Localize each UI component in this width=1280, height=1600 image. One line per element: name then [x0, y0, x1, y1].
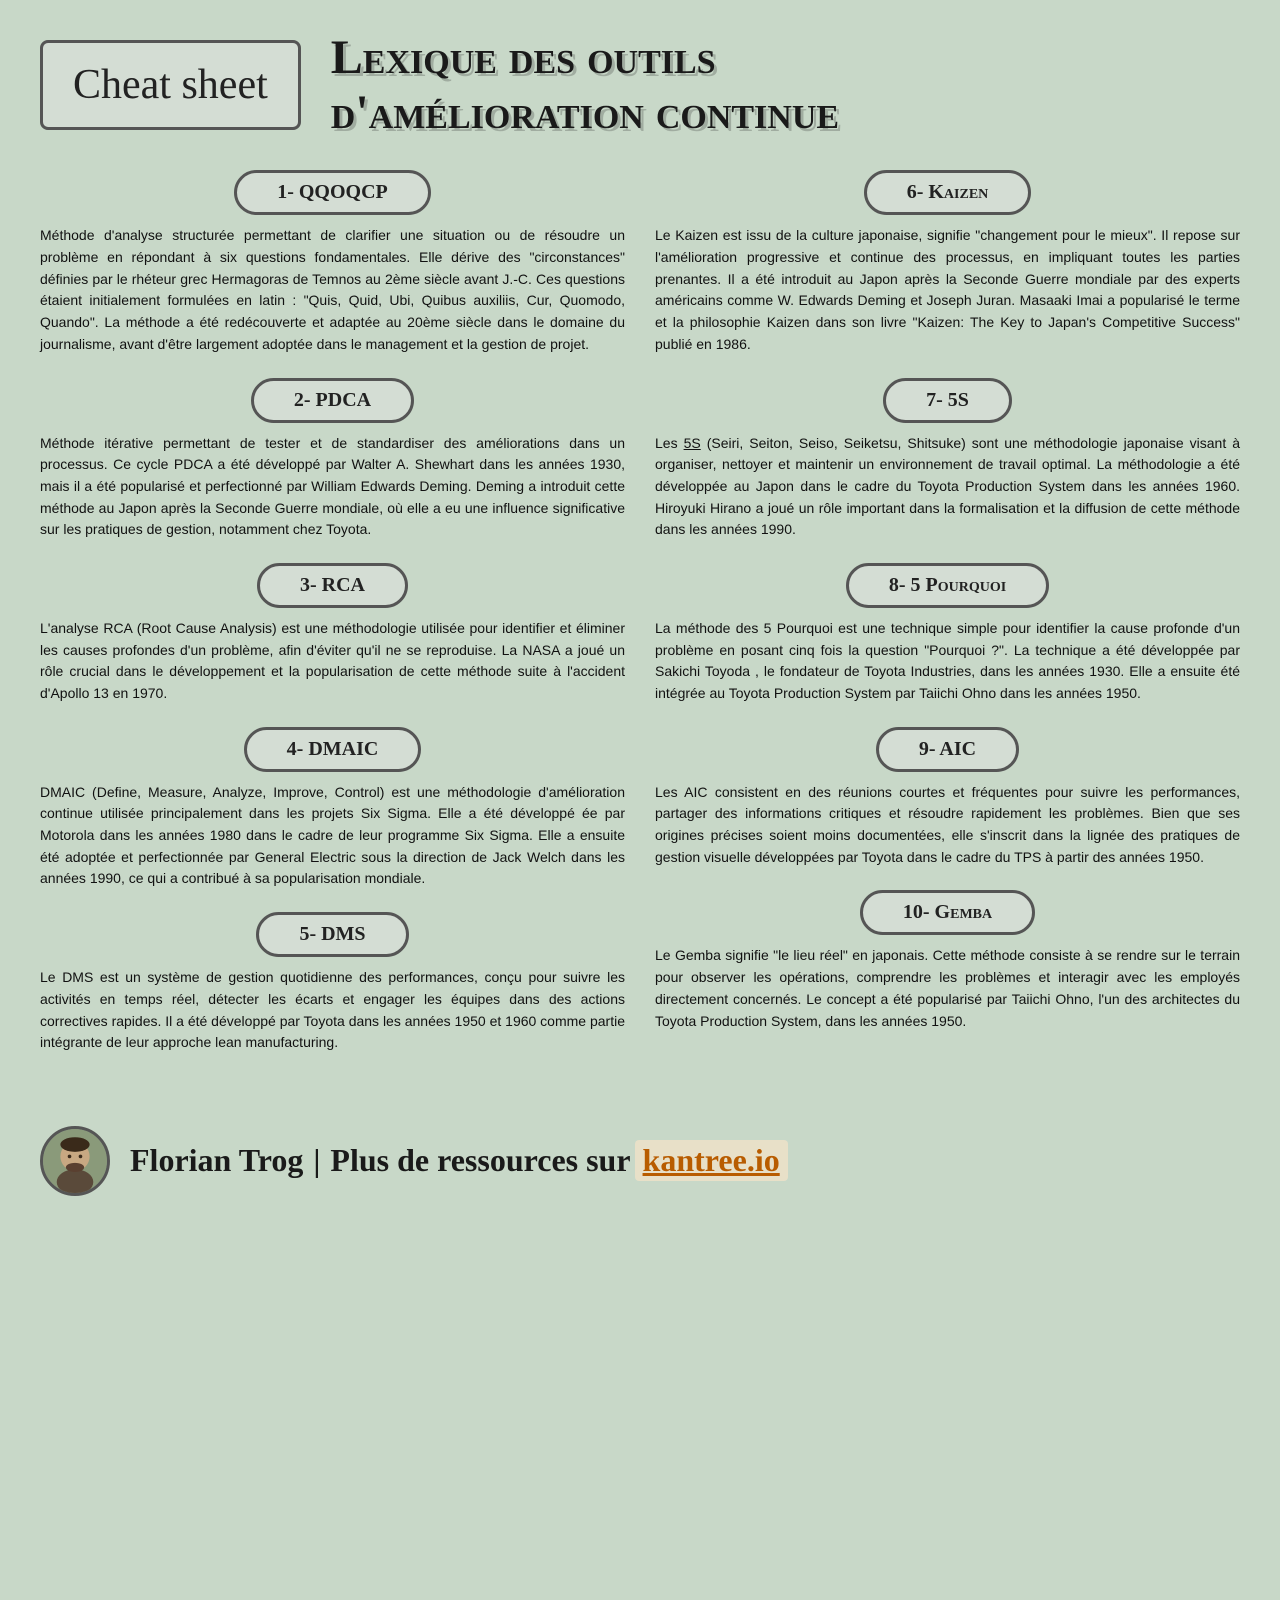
section-pdca: 2- PDCA Méthode itérative permettant de … — [40, 378, 625, 541]
section-5pourquoi: 8- 5 Pourquoi La méthode des 5 Pourquoi … — [655, 563, 1240, 705]
title-line2: d'amélioration continue — [331, 86, 839, 139]
section-title-wrap-qqoqcp: 1- QQOQCP — [40, 170, 625, 215]
section-title-wrap-gemba: 10- Gemba — [655, 890, 1240, 935]
section-rca: 3- RCA L'analyse RCA (Root Cause Analysi… — [40, 563, 625, 705]
title-line1: Lexique des outils — [331, 31, 716, 84]
section-body-dms: Le DMS est un système de gestion quotidi… — [40, 967, 625, 1054]
section-title-qqoqcp: 1- QQOQCP — [234, 170, 431, 215]
section-gemba: 10- Gemba Le Gemba signifie "le lieu rée… — [655, 890, 1240, 1032]
section-5s: 7- 5S Les 5S (Seiri, Seiton, Seiso, Seik… — [655, 378, 1240, 541]
section-title-wrap-5pourquoi: 8- 5 Pourquoi — [655, 563, 1240, 608]
section-title-wrap-aic: 9- AIC — [655, 727, 1240, 772]
section-body-pdca: Méthode itérative permettant de tester e… — [40, 433, 625, 541]
footer-separator: | — [313, 1142, 320, 1179]
section-body-5pourquoi: La méthode des 5 Pourquoi est une techni… — [655, 618, 1240, 705]
footer-resources-label: Plus de ressources sur — [330, 1142, 630, 1179]
section-title-wrap-dms: 5- DMS — [40, 912, 625, 957]
section-title-wrap-kaizen: 6- Kaizen — [655, 170, 1240, 215]
section-title-wrap-dmaic: 4- DMAIC — [40, 727, 625, 772]
section-title-wrap-pdca: 2- PDCA — [40, 378, 625, 423]
cheat-sheet-label: Cheat sheet — [73, 62, 268, 108]
section-body-rca: L'analyse RCA (Root Cause Analysis) est … — [40, 618, 625, 705]
section-kaizen: 6- Kaizen Le Kaizen est issu de la cultu… — [655, 170, 1240, 355]
right-column: 6- Kaizen Le Kaizen est issu de la cultu… — [655, 170, 1240, 1076]
cheat-sheet-box: Cheat sheet — [40, 40, 301, 130]
page-title: Lexique des outils d'amélioration contin… — [331, 30, 1240, 140]
section-title-wrap-rca: 3- RCA — [40, 563, 625, 608]
content-grid: 1- QQOQCP Méthode d'analyse structurée p… — [40, 170, 1240, 1076]
section-title-kaizen: 6- Kaizen — [864, 170, 1032, 215]
section-aic: 9- AIC Les AIC consistent en des réunion… — [655, 727, 1240, 869]
section-title-dmaic: 4- DMAIC — [244, 727, 422, 772]
footer-link[interactable]: kantree.io — [635, 1140, 788, 1181]
avatar — [40, 1126, 110, 1196]
section-body-5s: Les 5S (Seiri, Seiton, Seiso, Seiketsu, … — [655, 433, 1240, 541]
section-body-kaizen: Le Kaizen est issu de la culture japonai… — [655, 225, 1240, 355]
section-dms: 5- DMS Le DMS est un système de gestion … — [40, 912, 625, 1054]
footer: Florian Trog | Plus de ressources sur ka… — [40, 1106, 1240, 1196]
section-body-aic: Les AIC consistent en des réunions court… — [655, 782, 1240, 869]
section-title-dms: 5- DMS — [256, 912, 408, 957]
section-qqoqcp: 1- QQOQCP Méthode d'analyse structurée p… — [40, 170, 625, 355]
section-title-rca: 3- RCA — [257, 563, 408, 608]
section-dmaic: 4- DMAIC DMAIC (Define, Measure, Analyze… — [40, 727, 625, 890]
footer-right: Florian Trog | Plus de ressources sur ka… — [130, 1140, 788, 1181]
section-title-5s: 7- 5S — [883, 378, 1012, 423]
page: Cheat sheet Lexique des outils d'amélior… — [0, 0, 1280, 1600]
section-title-5pourquoi: 8- 5 Pourquoi — [846, 563, 1049, 608]
section-title-pdca: 2- PDCA — [251, 378, 414, 423]
footer-author-name: Florian Trog — [130, 1142, 303, 1179]
section-body-gemba: Le Gemba signifie "le lieu réel" en japo… — [655, 945, 1240, 1032]
left-column: 1- QQOQCP Méthode d'analyse structurée p… — [40, 170, 625, 1076]
header: Cheat sheet Lexique des outils d'amélior… — [40, 30, 1240, 140]
section-title-gemba: 10- Gemba — [860, 890, 1035, 935]
section-body-dmaic: DMAIC (Define, Measure, Analyze, Improve… — [40, 782, 625, 890]
section-title-aic: 9- AIC — [876, 727, 1019, 772]
section-title-wrap-5s: 7- 5S — [655, 378, 1240, 423]
section-body-qqoqcp: Méthode d'analyse structurée permettant … — [40, 225, 625, 355]
